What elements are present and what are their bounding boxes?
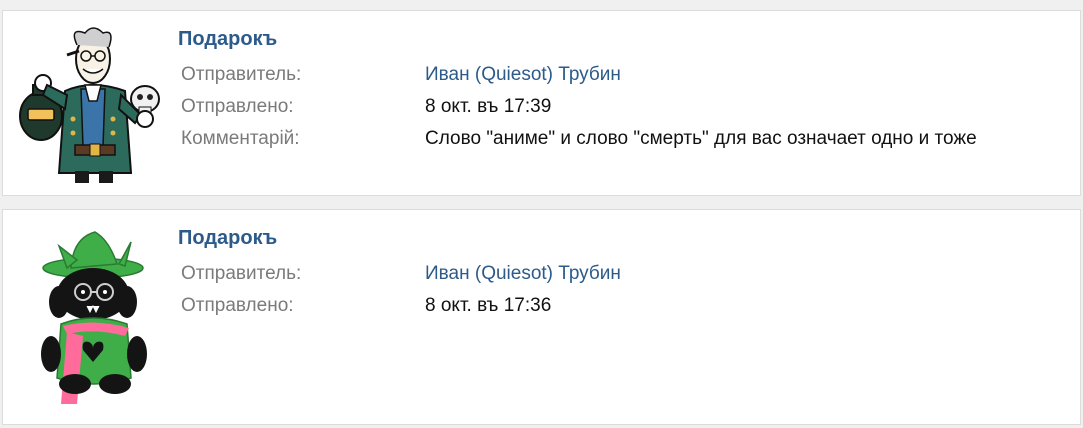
- gift-info-table: Отправитель: Иван (Quiesot) Трубин Отпра…: [181, 59, 977, 155]
- sender-label: Отправитель:: [181, 263, 302, 284]
- sender-row: Отправитель: Иван (Quiesot) Трубин: [181, 258, 621, 290]
- comment-text: Слово "аниме" и слово "смерть" для вас о…: [425, 128, 977, 149]
- sender-label: Отправитель:: [181, 64, 302, 85]
- gift-image-plush-toy[interactable]: [39, 228, 157, 406]
- sender-row: Отправитель: Иван (Quiesot) Трубин: [181, 59, 977, 91]
- comment-row: Комментарій: Слово "аниме" и слово "смер…: [181, 123, 977, 155]
- gift-title: Подарокъ: [178, 28, 278, 50]
- gift-info-table: Отправитель: Иван (Quiesot) Трубин Отпра…: [181, 258, 621, 322]
- sent-label: Отправлено:: [181, 295, 294, 316]
- sent-label: Отправлено:: [181, 96, 294, 117]
- sent-date: 8 окт. въ 17:36: [425, 295, 552, 316]
- sent-row: Отправлено: 8 окт. въ 17:39: [181, 91, 977, 123]
- sender-link[interactable]: Иван (Quiesot) Трубин: [425, 263, 621, 284]
- sent-row: Отправлено: 8 окт. въ 17:36: [181, 290, 621, 322]
- sender-link[interactable]: Иван (Quiesot) Трубин: [425, 64, 621, 85]
- gift-card: Подарокъ Отправитель: Иван (Quiesot) Тру…: [2, 209, 1081, 425]
- gift-title: Подарокъ: [178, 227, 278, 249]
- sent-date: 8 окт. въ 17:39: [425, 96, 552, 117]
- gift-image-pirate-skeleton[interactable]: [17, 23, 167, 188]
- gift-card: Подарокъ Отправитель: Иван (Quiesot) Тру…: [2, 10, 1081, 196]
- comment-label: Комментарій:: [181, 128, 300, 149]
